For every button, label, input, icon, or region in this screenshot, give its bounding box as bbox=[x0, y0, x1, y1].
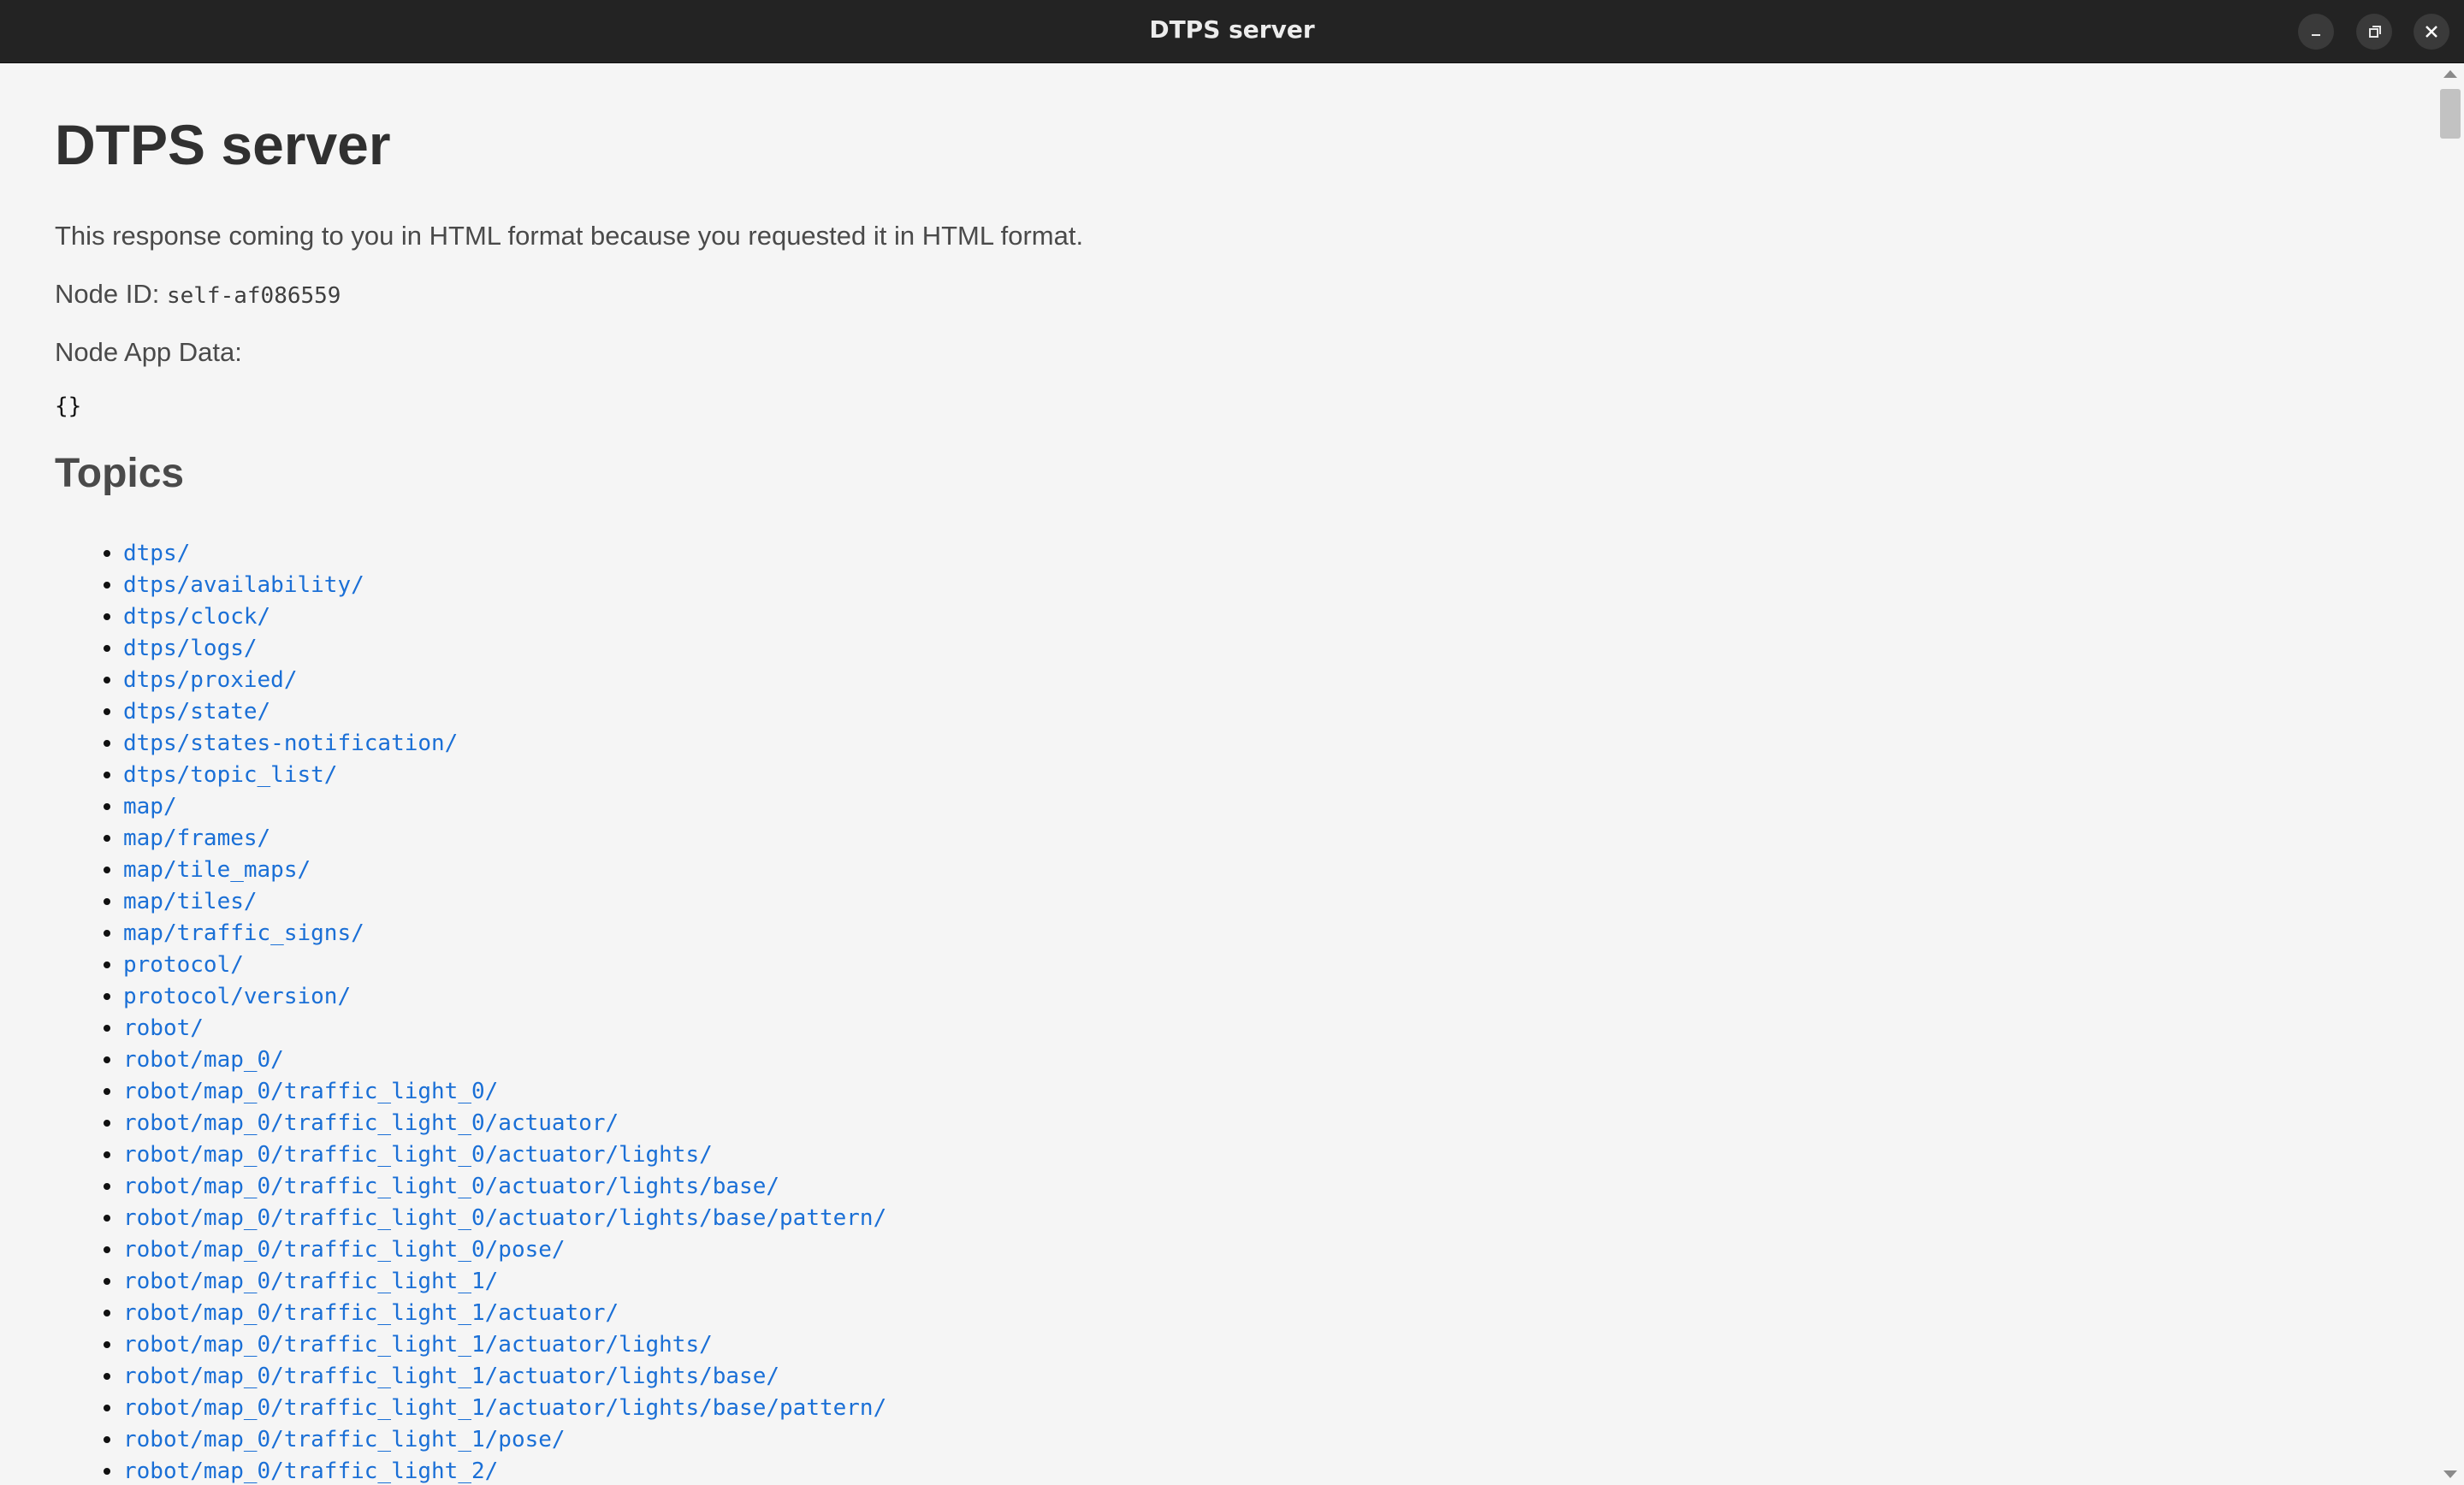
topic-link[interactable]: map/traffic_signs/ bbox=[123, 920, 364, 946]
topic-link[interactable]: dtps/availability/ bbox=[123, 572, 364, 598]
window-title: DTPS server bbox=[1149, 15, 1315, 44]
topic-link[interactable]: robot/map_0/traffic_light_1/actuator/lig… bbox=[123, 1332, 713, 1358]
topic-link[interactable]: protocol/ bbox=[123, 952, 244, 978]
topic-link[interactable]: robot/ bbox=[123, 1015, 204, 1041]
page-title: DTPS server bbox=[55, 113, 391, 176]
topic-list: dtps/dtps/availability/dtps/clock/dtps/l… bbox=[55, 537, 886, 1485]
node-app-data-value: {} bbox=[55, 393, 82, 419]
topic-list-item: robot/ bbox=[123, 1012, 886, 1044]
restore-icon bbox=[2369, 26, 2381, 38]
topic-list-item: robot/map_0/traffic_light_2/ bbox=[123, 1455, 886, 1485]
topic-list-item: robot/map_0/traffic_light_1/pose/ bbox=[123, 1423, 886, 1455]
window-titlebar[interactable]: DTPS server bbox=[0, 0, 2464, 63]
scrollbar-thumb[interactable] bbox=[2440, 89, 2461, 139]
topic-list-item: dtps/clock/ bbox=[123, 601, 886, 632]
close-button[interactable] bbox=[2414, 14, 2449, 50]
topic-link[interactable]: robot/map_0/traffic_light_0/actuator/lig… bbox=[123, 1205, 886, 1231]
topic-link[interactable]: robot/map_0/traffic_light_0/actuator/lig… bbox=[123, 1174, 779, 1199]
scroll-up-arrow-icon[interactable] bbox=[2443, 70, 2457, 78]
topic-list-item: dtps/availability/ bbox=[123, 569, 886, 601]
vertical-scrollbar[interactable] bbox=[2437, 63, 2464, 1485]
topic-list-item: map/tile_maps/ bbox=[123, 854, 886, 885]
topic-list-item: dtps/ bbox=[123, 537, 886, 569]
node-id-label: Node ID: bbox=[55, 279, 160, 309]
topic-link[interactable]: robot/map_0/traffic_light_0/actuator/lig… bbox=[123, 1142, 713, 1168]
node-id-value: self-af086559 bbox=[166, 283, 341, 309]
topic-list-item: robot/map_0/traffic_light_1/ bbox=[123, 1265, 886, 1297]
topic-link[interactable]: robot/map_0/traffic_light_2/ bbox=[123, 1458, 498, 1484]
minimize-icon bbox=[2312, 34, 2320, 36]
topic-link[interactable]: robot/map_0/traffic_light_1/pose/ bbox=[123, 1427, 566, 1452]
topic-link[interactable]: dtps/states-notification/ bbox=[123, 731, 458, 756]
topic-link[interactable]: robot/map_0/traffic_light_0/ bbox=[123, 1079, 498, 1104]
topic-list-item: dtps/state/ bbox=[123, 695, 886, 727]
maximize-button[interactable] bbox=[2356, 14, 2392, 50]
topic-list-item: robot/map_0/traffic_light_1/actuator/lig… bbox=[123, 1328, 886, 1360]
topic-link[interactable]: dtps/logs/ bbox=[123, 636, 258, 661]
topic-link[interactable]: map/ bbox=[123, 794, 177, 819]
topic-list-item: protocol/version/ bbox=[123, 980, 886, 1012]
topic-list-item: robot/map_0/traffic_light_1/actuator/ bbox=[123, 1297, 886, 1328]
topic-list-item: robot/map_0/traffic_light_0/actuator/ bbox=[123, 1107, 886, 1139]
node-app-data-label: Node App Data: bbox=[55, 337, 242, 367]
scroll-down-arrow-icon[interactable] bbox=[2443, 1470, 2457, 1478]
topic-link[interactable]: robot/map_0/ bbox=[123, 1047, 284, 1073]
topic-link[interactable]: map/frames/ bbox=[123, 825, 270, 851]
topic-list-item: map/frames/ bbox=[123, 822, 886, 854]
topic-list-item: dtps/topic_list/ bbox=[123, 759, 886, 790]
topic-link[interactable]: dtps/ bbox=[123, 541, 190, 566]
topic-list-item: robot/map_0/traffic_light_0/actuator/lig… bbox=[123, 1139, 886, 1170]
topic-list-item: dtps/states-notification/ bbox=[123, 727, 886, 759]
topic-link[interactable]: map/tile_maps/ bbox=[123, 857, 311, 883]
page-content: DTPS server This response coming to you … bbox=[0, 63, 2437, 1485]
topic-list-item: map/traffic_signs/ bbox=[123, 917, 886, 949]
topic-link[interactable]: robot/map_0/traffic_light_1/actuator/lig… bbox=[123, 1364, 779, 1389]
minimize-button[interactable] bbox=[2298, 14, 2334, 50]
topic-link[interactable]: dtps/state/ bbox=[123, 699, 270, 725]
node-id-line: Node ID: self-af086559 bbox=[55, 279, 341, 310]
topic-list-item: robot/map_0/traffic_light_0/ bbox=[123, 1075, 886, 1107]
topic-list-item: map/ bbox=[123, 790, 886, 822]
topic-list-item: robot/map_0/traffic_light_0/actuator/lig… bbox=[123, 1170, 886, 1202]
topic-link[interactable]: dtps/proxied/ bbox=[123, 667, 298, 693]
topic-list-item: dtps/logs/ bbox=[123, 632, 886, 664]
topic-link[interactable]: robot/map_0/traffic_light_0/pose/ bbox=[123, 1237, 566, 1263]
topic-link[interactable]: map/tiles/ bbox=[123, 889, 258, 914]
topic-list-item: robot/map_0/traffic_light_1/actuator/lig… bbox=[123, 1392, 886, 1423]
topic-link[interactable]: dtps/topic_list/ bbox=[123, 762, 337, 788]
topic-link[interactable]: robot/map_0/traffic_light_0/actuator/ bbox=[123, 1110, 619, 1136]
topic-link[interactable]: robot/map_0/traffic_light_1/actuator/lig… bbox=[123, 1395, 886, 1421]
topic-list-item: map/tiles/ bbox=[123, 885, 886, 917]
topic-list-item: robot/map_0/traffic_light_0/actuator/lig… bbox=[123, 1202, 886, 1234]
topic-link[interactable]: robot/map_0/traffic_light_1/actuator/ bbox=[123, 1300, 619, 1326]
topic-link[interactable]: protocol/version/ bbox=[123, 984, 351, 1009]
topic-list-item: robot/map_0/ bbox=[123, 1044, 886, 1075]
close-icon bbox=[2426, 26, 2437, 38]
topic-list-item: dtps/proxied/ bbox=[123, 664, 886, 695]
topic-list-item: protocol/ bbox=[123, 949, 886, 980]
intro-text: This response coming to you in HTML form… bbox=[55, 221, 1084, 251]
topic-list-item: robot/map_0/traffic_light_1/actuator/lig… bbox=[123, 1360, 886, 1392]
topic-link[interactable]: dtps/clock/ bbox=[123, 604, 270, 630]
topic-link[interactable]: robot/map_0/traffic_light_1/ bbox=[123, 1269, 498, 1294]
topic-list-item: robot/map_0/traffic_light_0/pose/ bbox=[123, 1234, 886, 1265]
topics-heading: Topics bbox=[55, 451, 185, 496]
